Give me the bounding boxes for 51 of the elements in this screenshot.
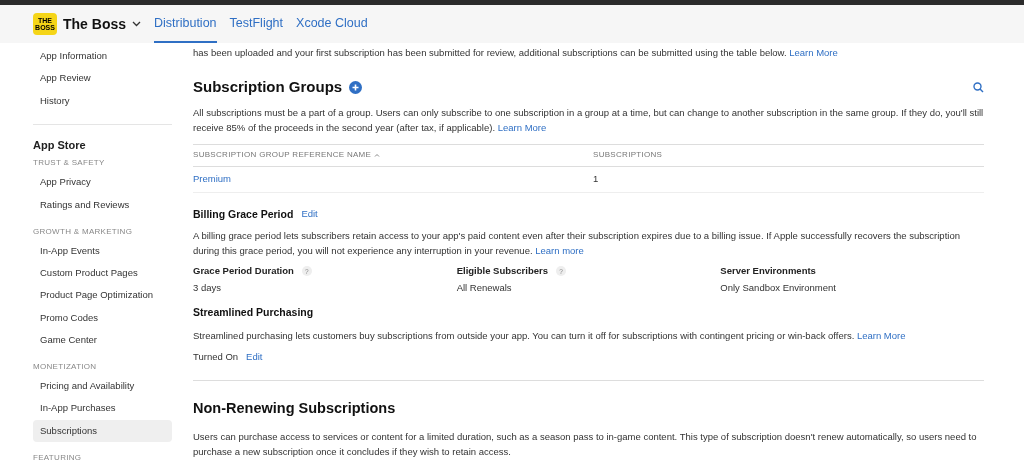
group-heading: GROWTH & MARKETING [33,225,134,238]
sidebar-item[interactable]: Custom Product Pages [33,262,172,285]
nav-tab[interactable]: TestFlight [229,5,284,43]
description-text: Users can purchase access to services or content for a limited duration, such as a season pass to in-game content. This type of subscription doesn't renew automatically, so users need to purchase a new subscription once it concludes if they wish to retain access. [193,429,978,459]
field-label: Eligible Subscribers [456,264,548,279]
sidebar-item[interactable]: Product Page Optimization [33,284,172,307]
subsection-title: Billing Grace Period [193,206,294,222]
description-text: Streamlined purchasing lets customers buy subscriptions from outside your app. You can turn it off for subscriptions with contingent pricing or win-back offers. Learn More [193,328,907,343]
sidebar-item[interactable]: Promo Codes [33,306,172,329]
sidebar-item[interactable]: Pricing and Availability [33,375,172,398]
field-label: Server Environments [720,264,816,279]
edit-link[interactable]: Edit [301,207,318,222]
learn-more-link[interactable]: Learn More [856,329,906,341]
sidebar-item[interactable]: App Information [33,45,172,68]
sidebar-item[interactable]: History [33,89,172,112]
field-value: Only Sandbox Environment [720,280,837,295]
subsection-title: Streamlined Purchasing [193,304,315,320]
field-value: All Renewals [456,280,513,295]
learn-more-link[interactable]: Learn More [789,47,838,58]
group-heading: FEATURING [33,451,83,464]
learn-more-link[interactable]: Learn More [497,121,547,133]
sidebar-item[interactable]: In-App Purchases [33,397,172,420]
field-value: 3 days [193,280,222,295]
nav-tab[interactable]: Xcode Cloud [296,5,368,43]
description-text: A billing grace period lets subscribers retain access to your app's paid content even after their subscription expires due to a billing issue. If Apple successfully recovers the subscription during this grace period, you will not experience any interruption in your revenue. Learn more [193,229,961,259]
field-label: Grace Period Duration [193,264,294,279]
add-icon[interactable] [349,80,363,94]
table-cell-text: 1 [593,171,600,186]
sidebar-item[interactable]: Game Center [33,328,172,351]
search-icon[interactable] [973,81,984,93]
sidebar-item[interactable]: Subscriptions [33,419,172,442]
app-name[interactable]: The Boss [63,13,126,35]
sidebar-item[interactable]: Ratings and Reviews [33,193,172,216]
sidebar-item[interactable]: App Privacy [33,171,172,194]
status-text: Turned On [193,349,239,364]
section-title: Subscription Groups [193,77,343,97]
edit-link[interactable]: Edit [246,349,263,364]
column-header[interactable]: SUBSCRIPTION GROUP REFERENCE NAME [193,149,372,161]
nav-tab[interactable]: Distribution [154,5,217,43]
chevron-down-icon[interactable] [132,21,141,27]
section-title: App Store [33,137,87,153]
learn-more-link[interactable]: Learn more [535,245,584,257]
description-text: All subscriptions must be a part of a group. Users can only subscribe to one subscription in a group at a time, but can change to another subscription in the same group. If they do, you'll still receive 85% of the proceeds in the second year (after tax, if applicable). Learn More [193,105,984,135]
column-header: SUBSCRIPTIONS [593,149,664,161]
sidebar-item[interactable]: App Review [33,67,172,90]
table-cell-link[interactable]: Premium [193,171,593,187]
group-heading: MONETIZATION [33,361,98,373]
section-title: Non-Renewing Subscriptions [193,398,397,418]
group-heading: TRUST & SAFETY [33,157,106,170]
sidebar-item[interactable]: In-App Events [33,239,172,262]
intro-text: has been uploaded and your first subscription has been submitted for review, additional subscriptions can be submitted using the table below. Learn More [193,46,839,60]
